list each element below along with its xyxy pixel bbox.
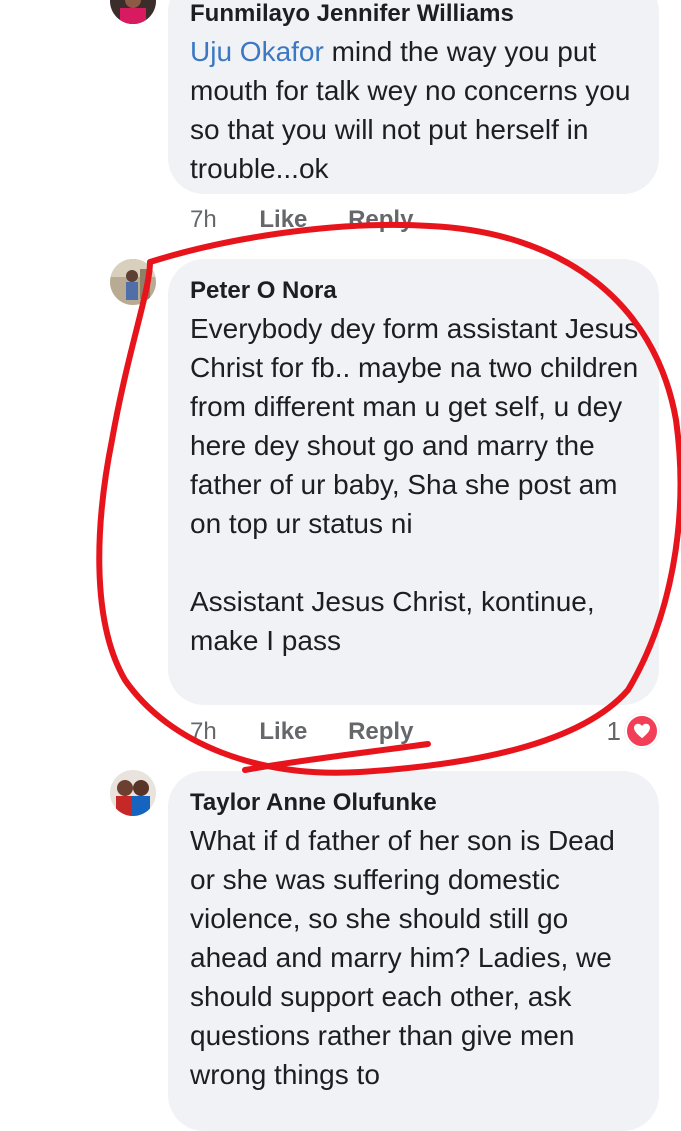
avatar[interactable] (110, 259, 156, 305)
comment-author[interactable]: Funmilayo Jennifer Williams (190, 0, 639, 28)
reaction-count: 1 (606, 715, 621, 746)
reply-button[interactable]: Reply (348, 718, 413, 746)
like-button[interactable]: Like (259, 718, 307, 746)
comment-bubble: Funmilayo Jennifer Williams Uju Okafor m… (168, 0, 659, 194)
comment-author[interactable]: Taylor Anne Olufunke (190, 789, 639, 817)
comment-author[interactable]: Peter O Nora (190, 277, 639, 305)
comment-text: What if d father of her son is Dead or s… (190, 825, 623, 1090)
comment-actions: 7h Like Reply (190, 206, 447, 234)
reaction-summary[interactable]: 1 (607, 714, 659, 748)
comment-bubble: Peter O Nora Everybody dey form assistan… (168, 259, 659, 705)
comment-text: Uju Okafor mind the way you put mouth fo… (190, 32, 639, 188)
comment-time[interactable]: 7h (190, 718, 217, 746)
heart-icon (625, 714, 659, 748)
reply-button[interactable]: Reply (348, 206, 413, 234)
comment-time[interactable]: 7h (190, 206, 217, 234)
avatar[interactable] (110, 0, 156, 24)
like-button[interactable]: Like (259, 206, 307, 234)
mention-link[interactable]: Uju Okafor (190, 36, 324, 67)
comment-text: Everybody dey form assistant Jesus Chris… (190, 313, 639, 656)
comment-bubble: Taylor Anne Olufunke What if d father of… (168, 771, 659, 1131)
avatar[interactable] (110, 770, 156, 816)
comment-actions: 7h Like Reply (190, 718, 447, 746)
